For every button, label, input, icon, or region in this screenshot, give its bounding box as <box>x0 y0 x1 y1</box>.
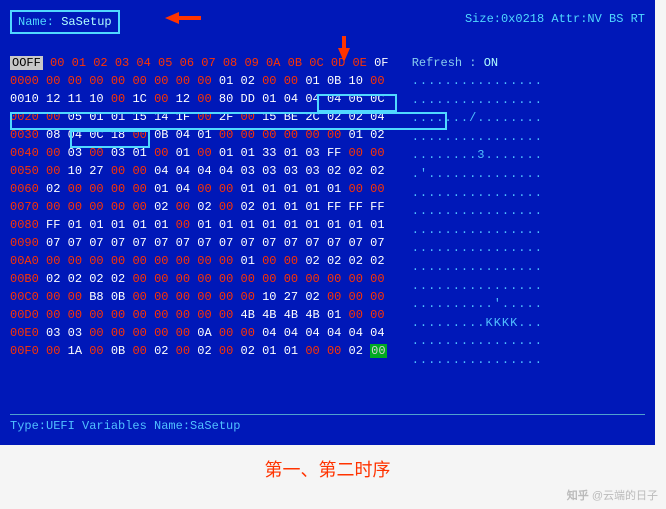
ascii-row: ........3....... <box>412 146 543 165</box>
hex-row[interactable]: 0050 00 10 27 00 00 04 04 04 04 03 03 03… <box>10 162 388 180</box>
ascii-row: ................ <box>412 184 543 203</box>
hex-row[interactable]: 0060 02 00 00 00 00 01 04 00 00 01 01 01… <box>10 180 388 198</box>
sidebar: Refresh : ON ...........................… <box>412 54 543 370</box>
hex-row[interactable]: 00F0 00 1A 00 0B 00 02 00 02 00 02 01 01… <box>10 342 388 360</box>
status-text: Type:UEFI Variables Name:SaSetup <box>10 419 240 433</box>
arrow-icon <box>165 12 179 24</box>
header: Name: SaSetup Size:0x0218 Attr:NV BS RT <box>10 10 645 34</box>
ascii-row: ................ <box>412 277 543 296</box>
column-header-row: OOFF 00 01 02 03 04 05 06 07 08 09 0A 0B… <box>10 54 388 72</box>
ascii-row: ......./........ <box>412 109 543 128</box>
hex-row[interactable]: 00E0 03 03 00 00 00 00 00 0A 00 00 04 04… <box>10 324 388 342</box>
ascii-row: .'.............. <box>412 165 543 184</box>
watermark-logo: 知乎 <box>567 490 589 502</box>
watermark: 知乎 @云端的日子 <box>567 487 658 503</box>
hex-row[interactable]: 00D0 00 00 00 00 00 00 00 00 00 4B 4B 4B… <box>10 306 388 324</box>
hex-row[interactable]: 0010 12 11 10 00 1C 00 12 00 80 DD 01 04… <box>10 90 388 108</box>
ascii-row: ................ <box>412 202 543 221</box>
hex-row[interactable]: 00A0 00 00 00 00 00 00 00 00 00 01 00 00… <box>10 252 388 270</box>
variable-name-box: Name: SaSetup <box>10 10 120 34</box>
hex-row[interactable]: 0070 00 00 00 00 00 02 00 02 00 02 01 01… <box>10 198 388 216</box>
hex-grid[interactable]: OOFF 00 01 02 03 04 05 06 07 08 09 0A 0B… <box>10 54 388 360</box>
size-attr: Size:0x0218 Attr:NV BS RT <box>465 10 645 34</box>
hex-row[interactable]: 0030 08 04 0C 18 00 0B 04 01 00 00 00 00… <box>10 126 388 144</box>
ascii-row: ................ <box>412 128 543 147</box>
hex-row[interactable]: 00B0 02 02 02 02 00 00 00 00 00 00 00 00… <box>10 270 388 288</box>
arrow-icon <box>338 48 350 62</box>
ascii-row: ................ <box>412 332 543 351</box>
name-value: SaSetup <box>61 15 111 29</box>
ascii-row: ................ <box>412 258 543 277</box>
hex-row[interactable]: 00C0 00 00 B8 0B 00 00 00 00 00 00 10 27… <box>10 288 388 306</box>
hex-editor-terminal: Name: SaSetup Size:0x0218 Attr:NV BS RT … <box>0 0 655 445</box>
refresh-status: Refresh : ON <box>412 54 543 72</box>
ascii-row: ................ <box>412 351 543 370</box>
ascii-row: .........KKKK... <box>412 314 543 333</box>
status-bar: Type:UEFI Variables Name:SaSetup <box>10 414 645 435</box>
ascii-row: ................ <box>412 239 543 258</box>
ascii-dump: ......................................./… <box>412 72 543 370</box>
ascii-row: ................ <box>412 91 543 110</box>
refresh-value: ON <box>484 56 498 70</box>
ascii-row: ................ <box>412 72 543 91</box>
hex-row[interactable]: 0040 00 03 00 03 01 00 01 00 01 01 33 01… <box>10 144 388 162</box>
ascii-row: ..........'..... <box>412 295 543 314</box>
name-label: Name: <box>18 15 61 29</box>
hex-row[interactable]: 0080 FF 01 01 01 01 01 00 01 01 01 01 01… <box>10 216 388 234</box>
ascii-row: ................ <box>412 221 543 240</box>
caption: 第一、第二时序 <box>0 456 655 482</box>
watermark-user: @云端的日子 <box>589 490 658 502</box>
hex-row[interactable]: 0020 00 05 01 01 15 14 1F 00 2F 00 15 BE… <box>10 108 388 126</box>
hex-row[interactable]: 0090 07 07 07 07 07 07 07 07 07 07 07 07… <box>10 234 388 252</box>
hex-row[interactable]: 0000 00 00 00 00 00 00 00 00 01 02 00 00… <box>10 72 388 90</box>
refresh-label: Refresh : <box>412 56 484 70</box>
